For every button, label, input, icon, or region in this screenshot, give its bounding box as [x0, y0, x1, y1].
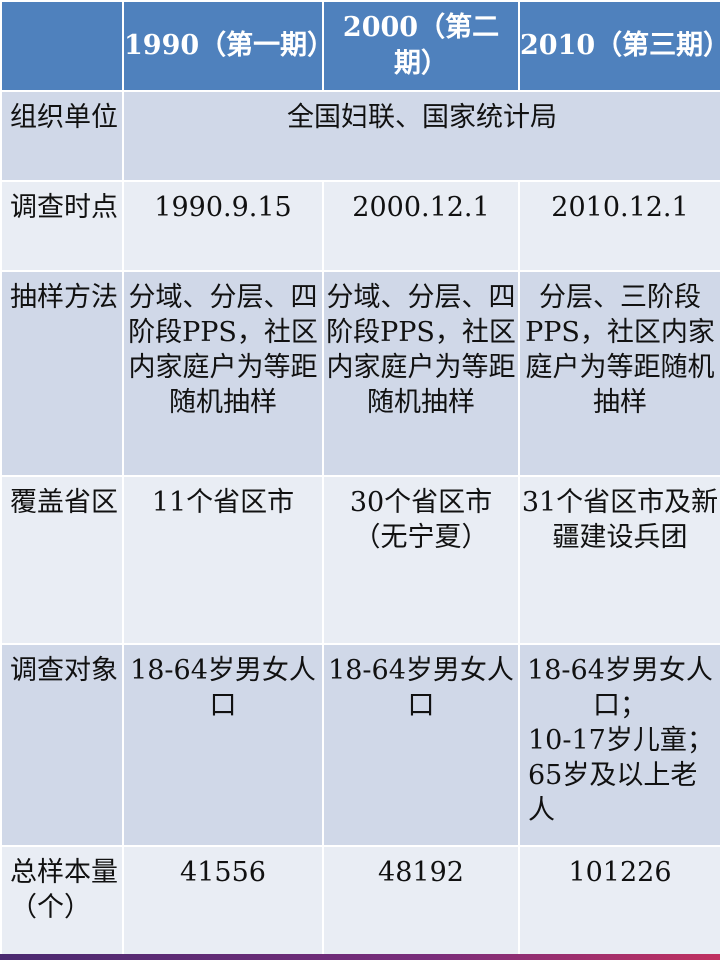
organization-value: 全国妇联、国家统计局	[122, 90, 720, 182]
header-2010: 2010（第三期）	[518, 0, 720, 92]
row-sampling-method: 抽样方法 分域、分层、四阶段PPS，社区内家庭户为等距随机抽样 分域、分层、四阶…	[0, 270, 720, 477]
row-label-sample-size: 总样本量（个）	[0, 845, 124, 957]
row-coverage: 覆盖省区 11个省区市 30个省区市（无宁夏） 31个省区市及新疆建设兵团	[0, 475, 720, 645]
row-label-survey-subject: 调查对象	[0, 643, 124, 847]
sampling-method-2010: 分层、三阶段PPS，社区内家庭户为等距随机抽样	[518, 270, 720, 477]
coverage-2010: 31个省区市及新疆建设兵团	[518, 475, 720, 645]
row-sample-size: 总样本量（个） 41556 48192 101226	[0, 845, 720, 957]
sample-size-1990: 41556	[122, 845, 324, 957]
coverage-1990: 11个省区市	[122, 475, 324, 645]
header-1990: 1990（第一期）	[122, 0, 334, 92]
survey-comparison-table: 1990（第一期） 2000（第二期） 2010（第三期） 组织单位 全国妇联、…	[0, 0, 720, 957]
survey-subject-2010-elderly: 65岁及以上老人	[528, 760, 698, 826]
survey-subject-2010: 18-64岁男女人口； 10-17岁儿童； 65岁及以上老人	[518, 643, 720, 847]
header-row: 1990（第一期） 2000（第二期） 2010（第三期）	[0, 0, 720, 92]
sample-size-2000: 48192	[322, 845, 520, 957]
survey-time-1990: 1990.9.15	[122, 180, 324, 272]
row-label-organization: 组织单位	[0, 90, 124, 182]
sampling-method-2000: 分域、分层、四阶段PPS，社区内家庭户为等距随机抽样	[322, 270, 520, 477]
survey-time-2000: 2000.12.1	[322, 180, 520, 272]
row-survey-time: 调查时点 1990.9.15 2000.12.1 2010.12.1	[0, 180, 720, 272]
row-label-sampling-method: 抽样方法	[0, 270, 124, 477]
survey-subject-2010-children: 10-17岁儿童；	[528, 725, 714, 756]
sample-size-2010: 101226	[518, 845, 720, 957]
survey-subject-1990: 18-64岁男女人口	[122, 643, 324, 847]
header-corner-cell	[0, 0, 124, 92]
survey-time-2010: 2010.12.1	[518, 180, 720, 272]
row-label-coverage: 覆盖省区	[0, 475, 124, 645]
survey-subject-2010-adults: 18-64岁男女人口；	[527, 655, 713, 721]
survey-subject-2000: 18-64岁男女人口	[322, 643, 520, 847]
slide-bottom-accent-bar	[0, 954, 720, 960]
sampling-method-1990: 分域、分层、四阶段PPS，社区内家庭户为等距随机抽样	[122, 270, 324, 477]
row-survey-subject: 调查对象 18-64岁男女人口 18-64岁男女人口 18-64岁男女人口； 1…	[0, 643, 720, 847]
coverage-2000: 30个省区市（无宁夏）	[322, 475, 520, 645]
row-organization: 组织单位 全国妇联、国家统计局	[0, 90, 720, 182]
header-2000: 2000（第二期）	[322, 0, 520, 92]
row-label-survey-time: 调查时点	[0, 180, 124, 272]
